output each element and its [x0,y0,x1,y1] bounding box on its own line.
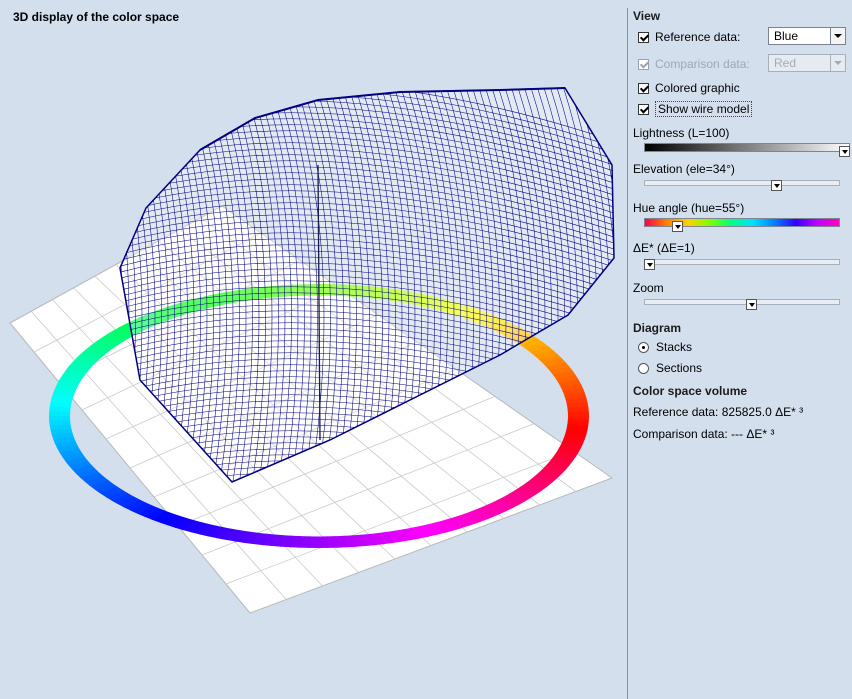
lightness-label: Lightness (L=100) [633,126,730,140]
diagram-heading: Diagram [633,321,682,335]
plot-area[interactable]: 3D display of the color space [0,0,627,699]
zoom-slider[interactable] [644,299,840,305]
sections-radio[interactable] [638,362,649,374]
comparison-data-select[interactable]: Red [768,54,846,72]
reference-data-checkbox-row[interactable]: Reference data: [638,28,740,46]
diagram-option-stacks[interactable]: Stacks [638,338,692,356]
colored-graphic-label: Colored graphic [655,81,740,95]
chevron-down-icon[interactable] [830,28,845,44]
stacks-radio[interactable] [638,341,649,353]
wire-model-checkbox-row[interactable]: Show wire model [638,100,753,118]
delta-e-slider[interactable] [644,259,840,265]
color-space-3d-view[interactable] [0,0,627,699]
sections-label: Sections [656,361,703,375]
reference-data-checkbox[interactable] [638,31,649,43]
reference-volume: Reference data: 825825.0 ΔE* ³ [633,405,804,419]
delta-e-slider-thumb[interactable] [644,259,655,270]
comparison-data-label: Comparison data: [655,57,750,71]
reference-data-select[interactable]: Blue [768,27,846,45]
elevation-label: Elevation (ele=34°) [633,162,735,176]
comparison-data-checkbox-row[interactable]: Comparison data: [638,55,750,73]
wire-model-label: Show wire model [655,101,753,117]
lightness-slider-thumb[interactable] [839,146,850,157]
zoom-label: Zoom [633,281,664,295]
hue-angle-label: Hue angle (hue=55°) [633,201,745,215]
wire-model-checkbox[interactable] [638,103,649,115]
elevation-slider[interactable] [644,180,840,186]
comparison-volume: Comparison data: --- ΔE* ³ [633,427,775,441]
plot-title: 3D display of the color space [13,10,180,24]
comparison-data-value: Red [774,56,797,70]
settings-panel: View Reference data: Blue Comparison dat… [628,0,852,699]
chevron-down-icon[interactable] [830,55,845,71]
elevation-slider-thumb[interactable] [771,180,783,191]
stacks-label: Stacks [656,340,693,354]
delta-e-label: ΔE* (ΔE=1) [633,241,695,255]
comparison-data-checkbox[interactable] [638,58,649,70]
colored-graphic-checkbox[interactable] [638,82,649,94]
zoom-slider-thumb[interactable] [745,299,757,310]
hue-angle-slider-thumb[interactable] [672,221,684,232]
diagram-option-sections[interactable]: Sections [638,359,702,377]
view-heading: View [633,9,661,23]
volume-heading: Color space volume [633,384,748,398]
reference-data-label: Reference data: [655,30,741,44]
lightness-slider[interactable] [644,143,850,152]
reference-data-value: Blue [774,29,799,43]
colored-graphic-checkbox-row[interactable]: Colored graphic [638,79,740,97]
